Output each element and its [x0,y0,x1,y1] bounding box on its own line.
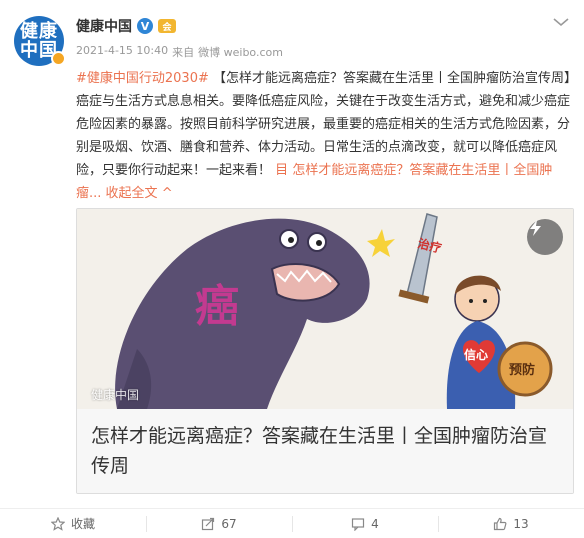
author-name[interactable]: 健康中国 [76,16,132,36]
thumbs-up-icon [494,517,507,530]
favorite-button[interactable]: 收藏 [0,509,146,538]
vip-icon: 会 [158,19,176,33]
lightning-icon [530,220,541,236]
chevron-down-icon[interactable] [552,16,570,28]
post-meta: 2021-4-15 10:40 来自 微博 weibo.com [76,44,283,60]
article-card[interactable]: 癌 治疗 信心 预防 健康中国 怎样才能远离癌症？答案藏在生活里丨全国肿瘤防治宣… [76,208,574,494]
action-bar: 收藏 67 4 13 [0,508,584,538]
play-button[interactable] [527,219,563,255]
article-card-title[interactable]: 怎样才能远离癌症？答案藏在生活里丨全国肿瘤防治宣传周 [77,409,573,493]
verified-icon: V [137,18,153,34]
verified-badge-dot [51,51,66,66]
avatar[interactable]: 健康 中国 [14,16,66,66]
article-cover-image[interactable]: 癌 治疗 信心 预防 健康中国 [77,209,573,409]
post-source: 微博 weibo.com [198,46,283,59]
star-icon [50,516,65,531]
comment-count: 4 [371,516,379,531]
illustration-label-cancer: 癌 [195,281,239,332]
comment-button[interactable]: 4 [292,509,438,538]
source-prefix: 来自 [172,46,195,59]
comment-icon [352,517,365,531]
repost-count: 67 [221,516,237,531]
illustration-label-shield: 预防 [509,362,535,378]
collapse-label: 收起全文 [105,186,158,201]
favorite-label: 收藏 [70,517,95,531]
cartoon-illustration: 癌 治疗 信心 预防 [77,209,573,409]
repost-button[interactable]: 67 [146,509,292,538]
post-text: 【怎样才能远离癌症？答案藏在生活里丨全国肿瘤防治宣传周】癌症与生活方式息息相关。… [76,71,571,178]
collapse-arrow-icon: ^ [161,186,173,201]
avatar-text-top: 健康 [20,21,58,42]
illustration-label-heart: 信心 [464,347,488,362]
like-count: 13 [513,516,529,531]
post-datetime[interactable]: 2021-4-15 10:40 [76,44,168,60]
collapse-button[interactable]: 收起全文 ^ [106,186,173,201]
link-icon[interactable]: 目 [275,163,288,178]
author-row: 健康中国 V 会 [76,16,176,36]
repost-icon [202,517,215,530]
image-watermark: 健康中国 [91,388,140,402]
like-button[interactable]: 13 [438,509,584,538]
hashtag-link[interactable]: #健康中国行动2030# [76,71,209,86]
post-content: #健康中国行动2030# 【怎样才能远离癌症？答案藏在生活里丨全国肿瘤防治宣传周… [76,67,576,205]
